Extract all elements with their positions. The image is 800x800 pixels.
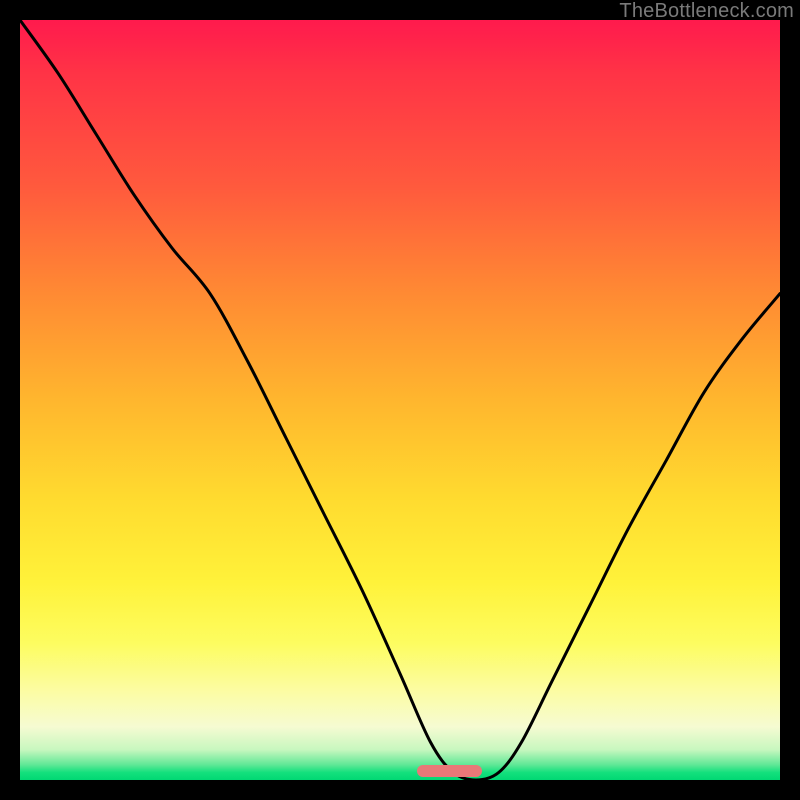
chart-frame [20,20,780,780]
gradient-background [20,20,780,780]
optimum-marker [417,765,482,777]
